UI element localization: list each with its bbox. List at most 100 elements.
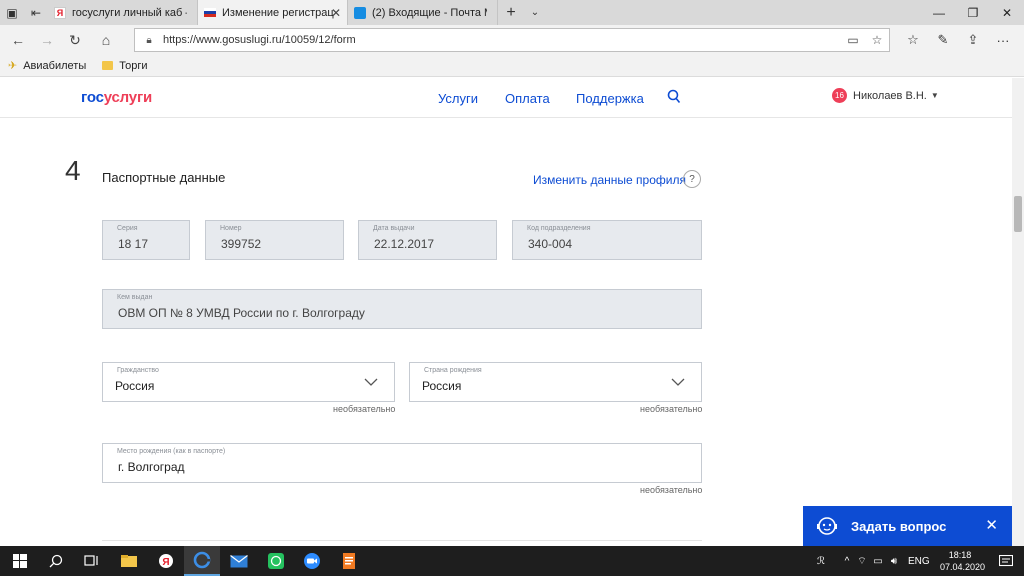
division-code-value: 340-004 (528, 237, 573, 251)
site-header: госуслуги Услуги Оплата Поддержка 16 Ник… (0, 78, 1012, 118)
section-title: Паспортные данные (102, 170, 226, 185)
citizenship-label: Гражданство (117, 367, 159, 374)
back-icon[interactable]: ← (8, 30, 28, 50)
citizenship-value: Россия (115, 379, 155, 393)
share-icon[interactable]: ⇪ (958, 30, 988, 50)
scrollbar-thumb[interactable] (1014, 196, 1022, 232)
tab-title: госуслуги личный каб — Я (72, 6, 187, 19)
tab-gosuslugi-search[interactable]: Я госуслуги личный каб — Я (48, 0, 198, 25)
logo-part-gos: гос (81, 89, 104, 106)
issued-by-label: Кем выдан (117, 294, 153, 301)
url-text: https://www.gosuslugi.ru/10059/12/form (163, 34, 356, 46)
reading-view-icon[interactable]: ▭ (841, 33, 865, 47)
document-app-icon[interactable] (331, 546, 367, 576)
help-icon[interactable]: ? (683, 170, 701, 188)
ask-question-widget[interactable]: Задать вопрос ✕ (803, 506, 1012, 546)
windows-start-icon[interactable] (2, 546, 38, 576)
birth-place-input[interactable]: Место рождения (как в паспорте) г. Волго… (102, 443, 702, 483)
close-widget-icon[interactable]: ✕ (985, 516, 998, 534)
taskbar-clock[interactable]: 18:18 07.04.2020 (940, 549, 986, 573)
tab-manager-icon[interactable]: ▣ (0, 0, 24, 25)
division-code-label: Код подразделения (527, 225, 591, 232)
number-value: 399752 (221, 237, 262, 251)
zoom-icon[interactable] (294, 546, 330, 576)
series-field: Серия 18 17 (102, 220, 190, 260)
task-view-icon[interactable] (74, 546, 110, 576)
bookmark-aviabilety[interactable]: ✈ Авиабилеты (8, 59, 86, 73)
menu-oplata[interactable]: Оплата (505, 91, 550, 106)
volume-icon[interactable]: 🔊︎ (886, 556, 902, 567)
network-wifi-icon[interactable]: ⌔ (854, 555, 870, 568)
birth-country-optional-note: необязательно (640, 404, 703, 414)
ask-question-label: Задать вопрос (851, 518, 947, 534)
favorites-icon[interactable]: ☆ (898, 30, 928, 50)
division-code-field: Код подразделения 340-004 (512, 220, 702, 260)
menu-uslugi[interactable]: Услуги (438, 91, 478, 106)
restore-icon[interactable]: ❐ (956, 0, 990, 25)
yandex-browser-icon[interactable]: Я (148, 546, 184, 576)
window-controls: — ❐ ✕ (922, 0, 1024, 25)
russian-flag-icon (204, 8, 216, 17)
yandex-icon: Я (54, 6, 66, 19)
caret-down-icon: ▼ (930, 91, 939, 100)
issue-date-value: 22.12.2017 (374, 237, 435, 251)
address-bar[interactable]: 🔒︎ https://www.gosuslugi.ru/10059/12/for… (134, 28, 890, 52)
refresh-icon[interactable]: ↻ (65, 30, 85, 50)
step-number: 4 (65, 155, 81, 186)
close-window-icon[interactable]: ✕ (990, 0, 1024, 25)
user-menu[interactable]: 16 Николаев В.Н. ▼ (832, 88, 939, 103)
new-tab-button[interactable]: + (498, 0, 524, 25)
lock-icon: 🔒︎ (146, 34, 152, 46)
search-taskbar-icon[interactable] (38, 546, 74, 576)
more-icon[interactable]: ··· (988, 30, 1018, 50)
bookmark-torgi[interactable]: Торги (102, 59, 148, 72)
bookmarks-bar: ✈ Авиабилеты Торги (0, 55, 1024, 77)
folder-icon (102, 61, 114, 70)
series-label: Серия (117, 225, 138, 232)
notification-badge: 16 (832, 88, 847, 103)
tab-title: (2) Входящие - Почта Mail. (372, 6, 487, 19)
language-indicator[interactable]: ENG (908, 556, 930, 567)
birth-country-label: Страна рождения (424, 367, 482, 374)
action-center-icon[interactable] (988, 546, 1024, 576)
battery-icon[interactable]: ▭ (870, 556, 886, 567)
search-icon[interactable] (667, 89, 681, 105)
mail-app-icon[interactable] (221, 546, 257, 576)
tab-mail-inbox[interactable]: (2) Входящие - Почта Mail. (348, 0, 498, 25)
issued-by-value: ОВМ ОП № 8 УМВД России по г. Волгограду (118, 306, 365, 320)
section-divider (102, 540, 702, 541)
windows-taskbar: Я ℛ ^ ⌔ ▭ 🔊︎ ENG 18:18 07.04.2020 (0, 546, 1024, 576)
file-explorer-icon[interactable] (111, 546, 147, 576)
menu-podderzhka[interactable]: Поддержка (576, 91, 644, 106)
set-aside-tabs-icon[interactable]: ⇤ (24, 0, 48, 25)
clock-date: 07.04.2020 (940, 562, 986, 572)
form-content: 4 Паспортные данные Изменить данные проф… (0, 119, 1012, 546)
minimize-icon[interactable]: — (922, 0, 956, 25)
clock-time: 18:18 (948, 550, 972, 560)
notes-pen-icon[interactable]: ✎ (928, 30, 958, 50)
whatsapp-icon[interactable] (258, 546, 294, 576)
number-label: Номер (220, 225, 242, 232)
plane-icon: ✈ (8, 60, 18, 72)
tray-overflow-chevron-icon[interactable]: ^ (840, 556, 854, 567)
gosuslugi-logo[interactable]: госуслуги (81, 89, 152, 106)
browser-nav-bar: ← → ↻ ⌂ 🔒︎ https://www.gosuslugi.ru/1005… (0, 25, 1024, 55)
people-icon[interactable]: ℛ (812, 556, 830, 567)
bookmark-label: Торги (119, 59, 148, 72)
close-tab-icon[interactable]: ✕ (331, 6, 341, 20)
issue-date-field: Дата выдачи 22.12.2017 (358, 220, 497, 260)
birth-country-select[interactable]: Страна рождения Россия (409, 362, 702, 402)
issued-by-field: Кем выдан ОВМ ОП № 8 УМВД России по г. В… (102, 289, 702, 329)
page-scrollbar[interactable] (1012, 78, 1024, 546)
svg-text:Я: Я (162, 557, 169, 568)
tab-preview-chevron-icon[interactable]: ⌄ (524, 0, 546, 25)
number-field: Номер 399752 (205, 220, 344, 260)
favorite-star-icon[interactable]: ☆ (865, 33, 889, 47)
edge-browser-icon[interactable] (184, 546, 220, 576)
home-icon[interactable]: ⌂ (96, 30, 116, 50)
tab-change-registration[interactable]: Изменение регистрац ✕ (198, 0, 348, 25)
issue-date-label: Дата выдачи (373, 225, 415, 232)
edit-profile-link[interactable]: Изменить данные профиля (533, 173, 686, 187)
citizenship-select[interactable]: Гражданство Россия (102, 362, 395, 402)
forward-icon[interactable]: → (37, 30, 57, 50)
